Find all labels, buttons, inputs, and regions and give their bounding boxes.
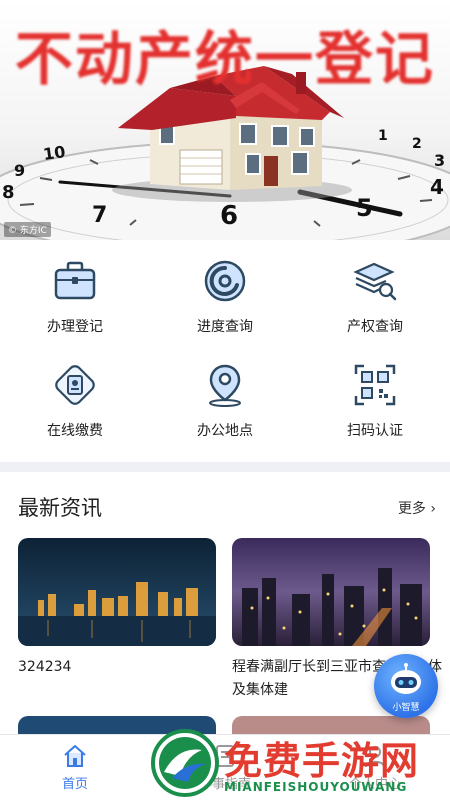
services-grid: 办理登记 进度查询 产权查询 在线缴费 办公地点 扫码认证 [0, 240, 450, 462]
clock-number-3: 3 [434, 151, 445, 170]
service-label: 产权查询 [347, 319, 403, 335]
service-label: 进度查询 [197, 319, 253, 335]
clock-number-7: 7 [92, 203, 107, 228]
home-icon [64, 745, 86, 767]
clock-number-2: 2 [412, 136, 422, 152]
service-property-query[interactable]: 产权查询 [300, 240, 450, 340]
service-label: 办理登记 [47, 319, 103, 335]
news-card[interactable]: 324234 [18, 538, 216, 679]
chevron-right-icon: › [430, 501, 436, 517]
service-office-location[interactable]: 办公地点 [150, 344, 300, 444]
clock-number-1: 1 [378, 128, 388, 144]
service-label: 在线缴费 [47, 423, 103, 439]
watermark-logo-icon [151, 729, 219, 797]
clock-number-4: 4 [430, 175, 444, 199]
briefcase-icon [54, 261, 96, 300]
news-section-title: 最新资讯 [18, 496, 102, 520]
clock-number-8: 8 [2, 182, 15, 203]
clock-number-10: 10 [42, 142, 67, 164]
news-more-link[interactable]: 更多 › [398, 498, 436, 518]
service-register[interactable]: 办理登记 [0, 240, 150, 340]
service-progress-query[interactable]: 进度查询 [150, 240, 300, 340]
news-thumbnail-city-skyline [18, 538, 216, 646]
progress-icon [204, 260, 246, 302]
nav-label: 首页 [61, 777, 88, 792]
banner-credit: © 东方IC [4, 222, 51, 237]
assistant-label: 小智慧 [392, 703, 420, 713]
payment-icon [55, 365, 95, 405]
clock-number-6: 6 [220, 201, 238, 231]
qr-code-icon [354, 364, 396, 406]
location-pin-icon [209, 364, 241, 407]
nav-tab-home[interactable]: 首页 [0, 735, 150, 800]
section-divider [0, 462, 450, 472]
news-caption: 324234 [18, 659, 72, 675]
news-header: 最新资讯 更多 › [0, 472, 450, 534]
layers-search-icon [353, 262, 397, 301]
watermark-overlay: 免费手游网 MIANFEISHOUYOUWANG [150, 728, 446, 800]
clock-number-9: 9 [14, 161, 25, 180]
service-scan-verify[interactable]: 扫码认证 [300, 344, 450, 444]
banner-title: 不动产统一登记 [14, 25, 435, 93]
watermark-subtext: MIANFEISHOUYOUWANG [224, 780, 408, 794]
clock-number-5: 5 [356, 194, 373, 222]
news-more-label: 更多 [397, 501, 426, 517]
news-thumbnail-night-city [232, 538, 430, 646]
banner-image[interactable]: 10 9 8 7 6 5 4 3 2 1 不动产统一登记 © 东方IC [0, 0, 450, 240]
assistant-float-button[interactable]: 小智慧 [374, 654, 438, 718]
service-label: 办公地点 [197, 423, 253, 439]
service-online-payment[interactable]: 在线缴费 [0, 344, 150, 444]
service-label: 扫码认证 [347, 423, 403, 439]
watermark-text: 免费手游网 [224, 738, 420, 783]
